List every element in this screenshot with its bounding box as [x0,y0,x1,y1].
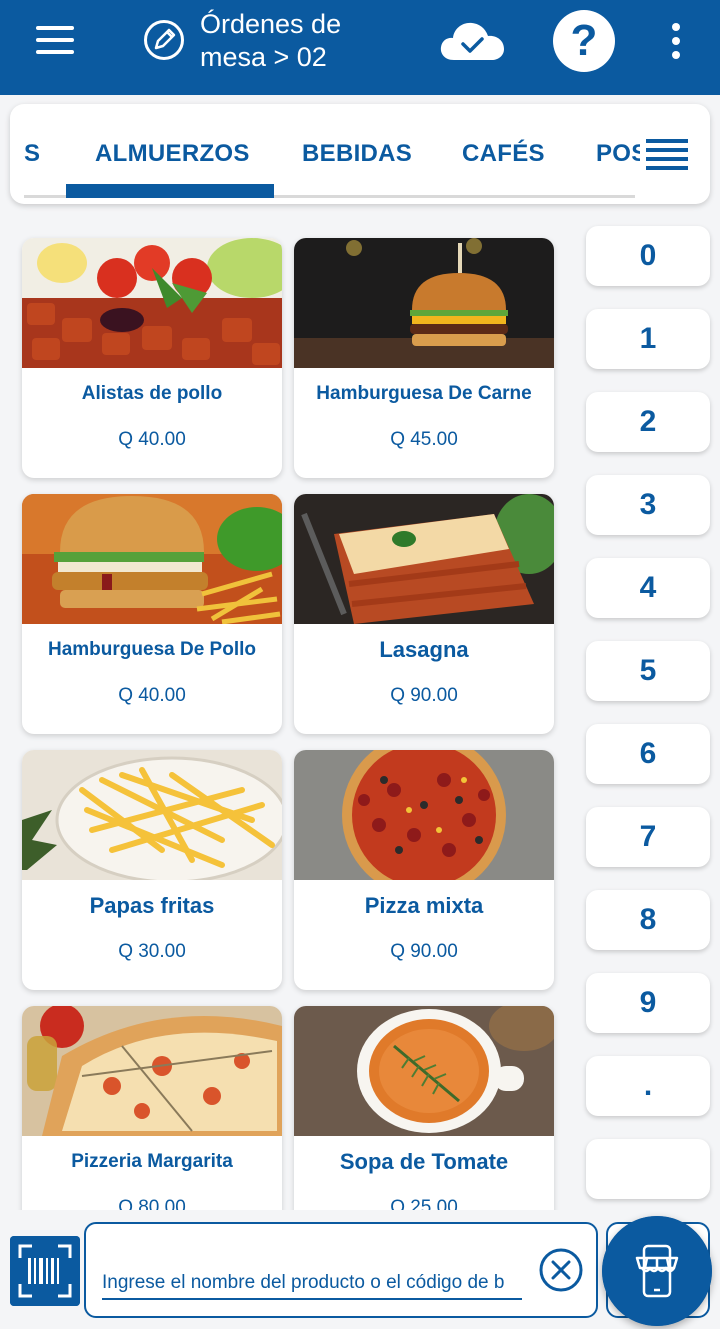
search-input[interactable] [102,1268,522,1300]
product-name: Pizza mixta [364,893,484,918]
page-title: Órdenes de mesa > 02 [200,9,342,72]
tab-postres[interactable]: POS [596,140,640,168]
key-3[interactable]: 3 [586,475,710,535]
product-name: Alistas de pollo [81,383,223,404]
key-6[interactable]: 6 [586,724,710,784]
tab-s[interactable]: S [24,140,40,168]
product-name: Pizzeria Margarita [71,1151,233,1172]
product-price: Q 90.00 [390,941,458,962]
key-7[interactable]: 7 [586,807,710,867]
search-box [84,1222,598,1318]
hamburger-menu-icon[interactable] [36,24,76,56]
product-image-hamburguesa-pollo [22,494,282,624]
product-price: Q 25.00 [390,1197,458,1210]
product-card[interactable]: Hamburguesa De Carne Q 45.00 [294,238,554,478]
product-image-hamburguesa-carne [294,238,554,368]
product-image-alistas [22,238,282,368]
more-vertical-icon[interactable] [668,22,684,60]
product-name: Hamburguesa De Carne [316,383,532,404]
product-name: Lasagna [379,637,469,662]
key-9[interactable]: 9 [586,973,710,1033]
product-card[interactable]: Lasagna Q 90.00 [294,494,554,734]
tab-bebidas[interactable]: BEBIDAS [302,140,412,168]
key-4[interactable]: 4 [586,558,710,618]
category-tabs: S ALMUERZOS BEBIDAS CAFÉS POS [10,104,710,204]
store-mobile-icon[interactable] [602,1216,712,1326]
product-card[interactable]: Sopa de Tomate Q 25.00 [294,1006,554,1210]
product-image-papas-fritas [22,750,282,880]
key-2[interactable]: 2 [586,392,710,452]
product-price: Q 40.00 [118,685,186,706]
bottom-search-bar [0,1210,720,1329]
product-card[interactable]: Pizza mixta Q 90.00 [294,750,554,990]
category-list-icon[interactable] [646,137,688,173]
product-price: Q 80.00 [118,1197,186,1210]
product-image-pizza-mixta [294,750,554,880]
product-card[interactable]: Papas fritas Q 30.00 [22,750,282,990]
product-price: Q 45.00 [390,429,458,450]
product-image-sopa-tomate [294,1006,554,1136]
key-0[interactable]: 0 [586,226,710,286]
product-name: Sopa de Tomate [339,1149,509,1174]
product-price: Q 30.00 [118,941,186,962]
key-8[interactable]: 8 [586,890,710,950]
clear-icon[interactable] [538,1247,584,1293]
product-name: Papas fritas [89,893,215,918]
product-price: Q 90.00 [390,685,458,706]
active-tab-indicator [66,184,274,198]
edit-pencil-icon[interactable] [143,19,185,61]
cloud-check-icon[interactable] [438,18,506,64]
tab-cafes[interactable]: CAFÉS [462,140,545,168]
help-icon[interactable]: ? [553,10,615,72]
barcode-scanner-icon[interactable] [10,1236,80,1306]
product-image-pizza-margarita [22,1006,282,1136]
key-blank[interactable] [586,1139,710,1199]
product-price: Q 40.00 [118,429,186,450]
product-card[interactable]: Hamburguesa De Pollo Q 40.00 [22,494,282,734]
key-1[interactable]: 1 [586,309,710,369]
product-name: Hamburguesa De Pollo [48,639,256,660]
app-bar: Órdenes de mesa > 02 ? [0,0,720,95]
product-card[interactable]: Alistas de pollo Q 40.00 [22,238,282,478]
product-card[interactable]: Pizzeria Margarita Q 80.00 [22,1006,282,1210]
product-image-lasagna [294,494,554,624]
product-grid: Alistas de pollo Q 40.00 Hamburguesa De … [0,226,570,1210]
tab-almuerzos[interactable]: ALMUERZOS [95,140,250,168]
key-decimal[interactable]: . [586,1056,710,1116]
key-5[interactable]: 5 [586,641,710,701]
